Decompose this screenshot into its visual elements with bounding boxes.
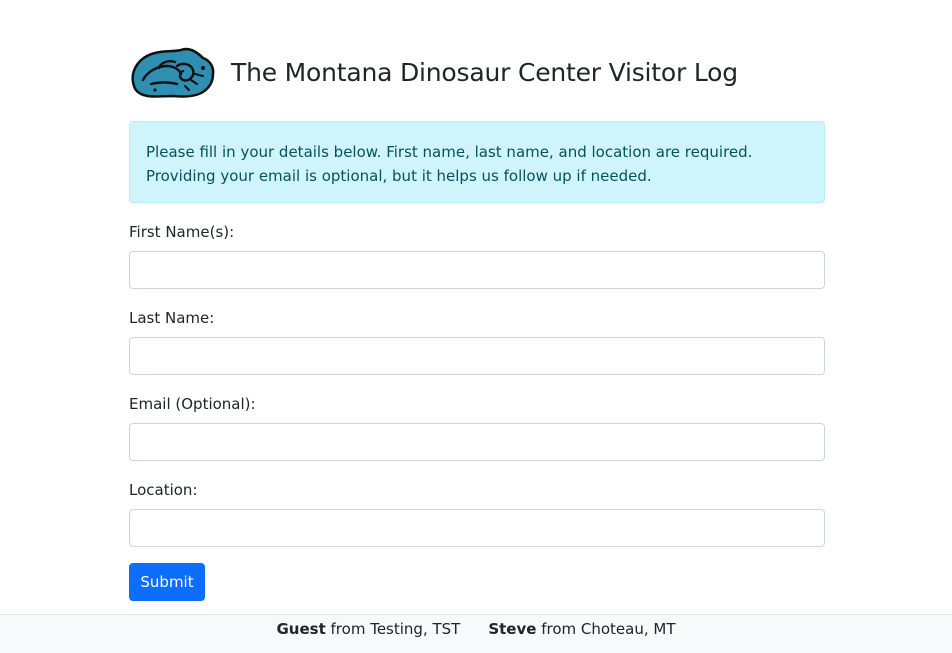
page-title: The Montana Dinosaur Center Visitor Log [231, 57, 738, 87]
first-name-label: First Name(s): [129, 223, 235, 241]
first-name-input[interactable] [129, 251, 825, 289]
visitor-name: Guest [276, 620, 326, 638]
visitor-name: Steve [488, 620, 537, 638]
email-label: Email (Optional): [129, 395, 256, 413]
visitor-entry: Guest from Testing, TST [276, 620, 460, 638]
location-label: Location: [129, 481, 198, 499]
visitor-origin: from Testing, TST [330, 620, 461, 638]
info-alert-text: Please fill in your details below. First… [146, 143, 753, 185]
visitor-origin: from Choteau, MT [541, 620, 676, 638]
dinosaur-fossil-icon [131, 47, 215, 98]
location-input[interactable] [129, 509, 825, 547]
page: The Montana Dinosaur Center Visitor Log … [0, 0, 952, 653]
last-name-label: Last Name: [129, 309, 215, 327]
submit-button[interactable]: Submit [129, 563, 205, 601]
info-alert: Please fill in your details below. First… [129, 121, 825, 203]
visitor-entry: Steve from Choteau, MT [488, 620, 675, 638]
email-input[interactable] [129, 423, 825, 461]
page-header: The Montana Dinosaur Center Visitor Log [129, 44, 738, 100]
recent-visitors-footer: Guest from Testing, TST Steve from Chote… [0, 614, 952, 653]
last-name-input[interactable] [129, 337, 825, 375]
